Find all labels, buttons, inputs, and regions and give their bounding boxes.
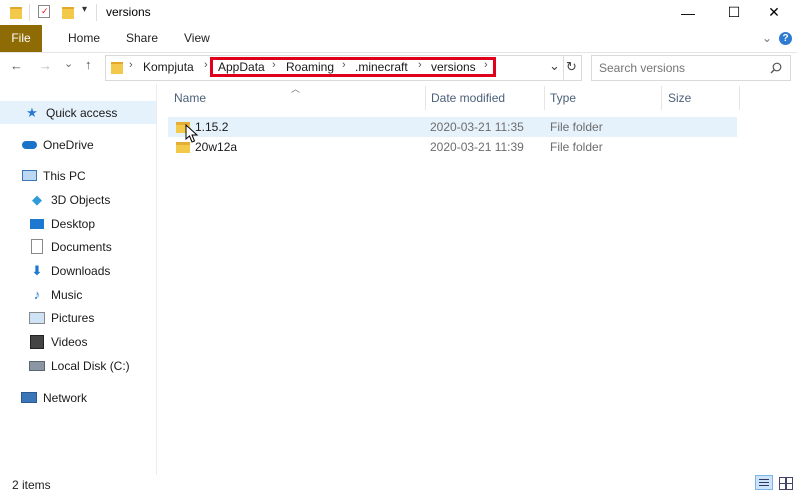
column-header-name[interactable]: Name <box>174 91 206 107</box>
tab-share[interactable]: Share <box>126 25 158 52</box>
column-header-size[interactable]: Size <box>668 91 691 107</box>
properties-icon[interactable]: ✓ <box>38 5 50 18</box>
table-row[interactable]: 20w12a 2020-03-21 11:39 File folder <box>168 137 737 157</box>
close-button[interactable]: ✕ <box>751 0 797 25</box>
network-icon <box>21 391 37 405</box>
picture-icon <box>29 311 45 325</box>
film-icon <box>29 334 45 349</box>
column-divider[interactable] <box>661 86 662 110</box>
search-box[interactable] <box>591 55 791 81</box>
file-name: 20w12a <box>195 140 238 154</box>
cube-icon: ◆ <box>32 191 42 207</box>
sidebar-item-label: OneDrive <box>43 137 94 152</box>
download-arrow-icon: ⬇ <box>31 262 43 278</box>
expand-ribbon-icon[interactable]: ⌄ <box>762 25 772 52</box>
sidebar-item-onedrive[interactable]: OneDrive <box>0 133 157 156</box>
title-bar: ✓ ▾ versions — ☐ ✕ <box>0 0 797 25</box>
sidebar-item-label: This PC <box>43 168 86 183</box>
sidebar-item-label: Pictures <box>51 310 95 325</box>
sidebar-item-label: Local Disk (C:) <box>51 358 130 373</box>
file-date-modified: 2020-03-21 11:35 <box>430 120 524 134</box>
tab-file[interactable]: File <box>0 25 42 52</box>
address-dropdown-icon[interactable]: ⌄ <box>549 58 560 74</box>
folder-icon <box>111 62 123 74</box>
help-icon[interactable]: ? <box>779 32 792 45</box>
sidebar-item-label: Videos <box>51 334 88 349</box>
large-icons-view-button[interactable] <box>776 475 794 490</box>
address-highlight-box <box>210 57 496 77</box>
breadcrumb-kompjuta[interactable]: Kompjuta <box>143 60 194 74</box>
ribbon: File Home Share View ⌄ ? <box>0 25 797 53</box>
divider <box>563 56 564 80</box>
file-date-modified: 2020-03-21 11:39 <box>430 140 524 154</box>
sidebar-item-desktop[interactable]: Desktop <box>0 212 157 235</box>
column-divider[interactable] <box>739 86 740 110</box>
sidebar-item-quick-access[interactable]: ★ Quick access <box>0 101 157 124</box>
minimize-button[interactable]: — <box>665 0 711 25</box>
document-icon <box>29 239 45 254</box>
sort-ascending-icon: ︿ <box>291 84 301 94</box>
status-bar: 2 items <box>0 475 797 492</box>
sidebar-item-this-pc[interactable]: This PC <box>0 164 157 187</box>
sidebar-item-label: Desktop <box>51 216 96 231</box>
breadcrumb-separator: › <box>129 59 133 71</box>
refresh-icon[interactable]: ↻ <box>566 59 577 75</box>
sidebar-item-downloads[interactable]: ⬇ Downloads <box>0 259 157 282</box>
sidebar-item-music[interactable]: ♪ Music <box>0 283 157 306</box>
column-divider[interactable] <box>425 86 426 110</box>
sidebar-item-local-disk[interactable]: Local Disk (C:) <box>0 354 157 377</box>
back-button[interactable]: ← <box>10 58 23 73</box>
up-button[interactable]: ↑ <box>85 57 92 72</box>
search-icon[interactable] <box>770 62 782 74</box>
sidebar-item-videos[interactable]: Videos <box>0 330 157 353</box>
sidebar-item-network[interactable]: Network <box>0 386 157 409</box>
folder-icon <box>10 7 22 19</box>
column-header-date-modified[interactable]: Date modified <box>431 91 505 107</box>
star-icon: ★ <box>26 104 38 120</box>
divider <box>96 4 97 21</box>
tab-home[interactable]: Home <box>68 25 100 52</box>
column-header-type[interactable]: Type <box>550 91 576 107</box>
desktop-icon <box>29 217 45 231</box>
pane-divider <box>156 84 157 479</box>
new-folder-icon[interactable] <box>62 7 74 19</box>
tab-view[interactable]: View <box>184 25 210 52</box>
customize-quick-access-icon[interactable]: ▾ <box>82 4 87 15</box>
recent-locations-button[interactable]: ⌄ <box>64 57 73 70</box>
table-row[interactable]: 1.15.2 2020-03-21 11:35 File folder <box>168 117 737 137</box>
sidebar-item-label: Quick access <box>46 105 118 120</box>
search-input[interactable] <box>597 59 766 77</box>
sidebar-item-label: 3D Objects <box>51 192 111 207</box>
cloud-icon <box>21 138 37 152</box>
sidebar-item-label: Documents <box>51 239 112 254</box>
divider <box>29 4 30 21</box>
breadcrumb-separator: › <box>204 59 208 71</box>
forward-button[interactable]: → <box>39 58 52 73</box>
column-divider[interactable] <box>544 86 545 110</box>
navigation-pane: ★ Quick access OneDrive This PC ◆ 3D Obj… <box>0 88 157 478</box>
sidebar-item-label: Music <box>51 287 83 302</box>
sidebar-item-pictures[interactable]: Pictures <box>0 306 157 329</box>
sidebar-item-label: Network <box>43 390 88 405</box>
details-view-button[interactable] <box>755 475 773 490</box>
cursor-icon <box>185 124 199 143</box>
computer-icon <box>21 169 37 183</box>
window-title: versions <box>106 5 151 19</box>
sidebar-item-3d-objects[interactable]: ◆ 3D Objects <box>0 188 157 211</box>
sidebar-item-label: Downloads <box>51 263 111 278</box>
sidebar-item-documents[interactable]: Documents <box>0 235 157 258</box>
file-type: File folder <box>550 140 603 154</box>
music-note-icon: ♪ <box>33 287 41 302</box>
item-count: 2 items <box>12 478 51 492</box>
file-name: 1.15.2 <box>195 120 229 134</box>
drive-icon <box>29 359 45 373</box>
file-type: File folder <box>550 120 603 134</box>
